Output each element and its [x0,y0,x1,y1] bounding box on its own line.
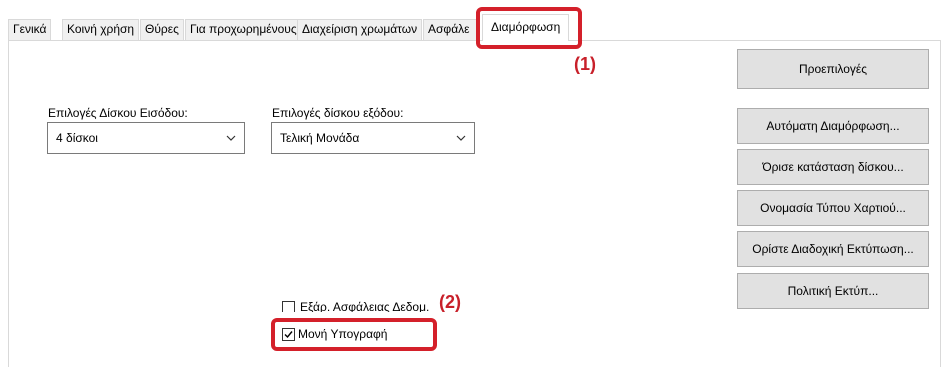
output-tray-select[interactable]: Τελική Μονάδα [271,122,475,154]
data-security-checkbox[interactable] [282,301,295,312]
output-tray-value: Τελική Μονάδα [280,131,360,145]
data-security-option[interactable]: Εξάρ. Ασφάλειας Δεδομ. [282,300,442,312]
tab-advanced[interactable]: Για προχωρημένους [185,19,302,40]
tab-general[interactable]: Γενικά [8,19,52,40]
output-tray-label: Επιλογές δίσκου εξόδου: [272,106,404,120]
input-tray-label: Επιλογές Δίσκου Εισόδου: [48,106,188,120]
panel-border-left [8,40,9,367]
defaults-button[interactable]: Προεπιλογές [737,49,929,89]
tab-configuration[interactable]: Διαμόρφωση [482,14,570,41]
chevron-down-icon [456,123,466,153]
tandem-print-button[interactable]: Ορίστε Διαδοχική Εκτύπωση... [737,231,929,267]
annotation-marker-1: (1) [574,54,596,74]
highlight-box-single-signature [271,318,437,351]
annotation-marker-2: (2) [439,292,461,312]
set-tray-status-button[interactable]: Όρισε κατάσταση δίσκου... [737,149,929,185]
tab-sharing[interactable]: Κοινή χρήση [62,19,140,40]
chevron-down-icon [226,123,236,153]
print-policy-button[interactable]: Πολιτική Εκτύπ... [737,273,929,309]
data-security-label: Εξάρ. Ασφάλειας Δεδομ. [300,300,430,312]
paper-type-name-button[interactable]: Ονομασία Τύπου Χαρτιού... [737,190,929,226]
tab-strip-divider [8,40,941,41]
auto-configuration-button[interactable]: Αυτόματη Διαμόρφωση... [737,108,929,144]
tab-color-management[interactable]: Διαχείριση χρωμάτων [297,19,423,40]
panel-border-right [940,40,941,367]
tab-ports[interactable]: Θύρες [140,19,184,40]
input-tray-select[interactable]: 4 δίσκοι [47,122,245,154]
input-tray-value: 4 δίσκοι [56,131,98,145]
tab-security[interactable]: Ασφάλε [423,19,480,40]
